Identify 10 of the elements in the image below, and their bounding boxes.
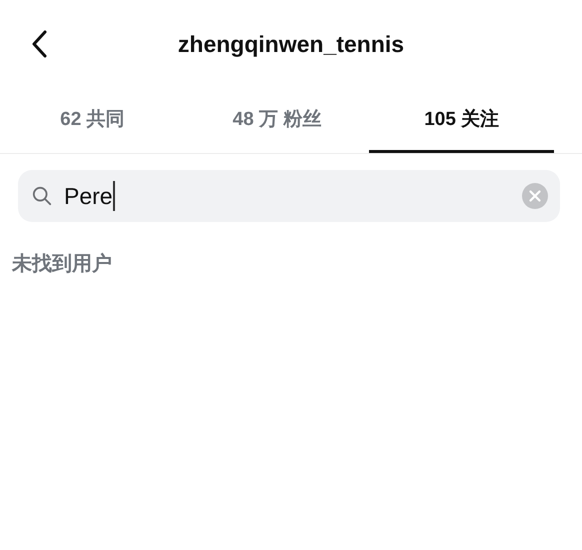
tab[interactable]: 48 万 粉丝 (184, 88, 370, 153)
no-results-message: 未找到用户 (10, 252, 113, 277)
back-icon[interactable] (31, 30, 47, 58)
search-icon (32, 186, 52, 206)
search-field[interactable]: Pere (18, 170, 560, 222)
tab[interactable]: 105 关注 (369, 88, 554, 153)
tab[interactable]: 62 共同 (0, 88, 185, 153)
profile-title: zhengqinwen_tennis (178, 30, 404, 58)
text-cursor (112, 181, 115, 211)
search-text: Pere (64, 182, 113, 210)
